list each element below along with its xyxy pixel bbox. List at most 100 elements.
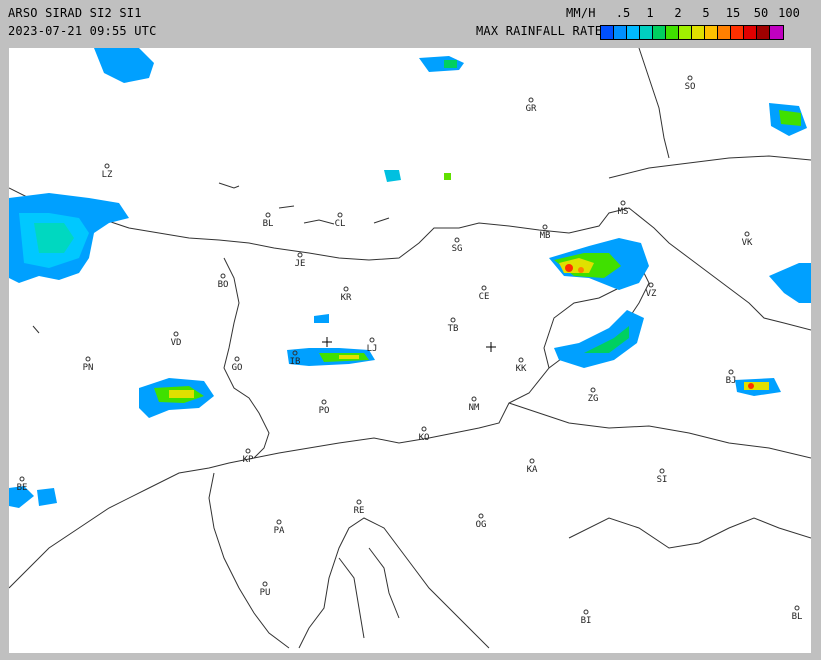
city-label: CL bbox=[335, 219, 346, 229]
legend-swatch bbox=[692, 26, 705, 39]
city-dot bbox=[659, 468, 665, 474]
city-kk: KK bbox=[516, 357, 527, 374]
radar-window: ARSO SIRAD SI2 SI1 2023-07-21 09:55 UTC … bbox=[0, 0, 821, 660]
city-label: KO bbox=[419, 433, 430, 443]
city-label: PA bbox=[274, 526, 285, 536]
city-label: SO bbox=[685, 82, 696, 92]
city-dot bbox=[450, 317, 456, 323]
city-so: SO bbox=[685, 75, 696, 92]
city-label: PO bbox=[319, 406, 330, 416]
city-po: PO bbox=[319, 399, 330, 416]
city-label: NM bbox=[469, 403, 480, 413]
city-dot bbox=[528, 97, 534, 103]
city-dot bbox=[687, 75, 693, 81]
city-gr: GR bbox=[526, 97, 537, 114]
city-label: BL bbox=[792, 612, 803, 622]
precipitation-cells bbox=[9, 48, 811, 508]
city-re: RE bbox=[354, 499, 364, 516]
city-pu: PU bbox=[260, 581, 271, 598]
scale-label: MAX RAINFALL RATE bbox=[476, 24, 603, 38]
city-nm: NM bbox=[469, 396, 480, 413]
city-label: PN bbox=[83, 363, 94, 373]
product-title: ARSO SIRAD SI2 SI1 bbox=[8, 6, 142, 20]
city-dot bbox=[85, 356, 91, 362]
legend-swatch bbox=[679, 26, 692, 39]
legend-tick: 50 bbox=[753, 6, 769, 20]
legend-tick: .5 bbox=[615, 6, 631, 20]
city-label: OG bbox=[476, 520, 487, 530]
color-scale-legend bbox=[600, 25, 784, 40]
city-label: VK bbox=[742, 238, 753, 248]
city-pa: PA bbox=[274, 519, 285, 536]
city-label: BE bbox=[17, 483, 28, 493]
legend-tick: 1 bbox=[646, 6, 654, 20]
legend-tick: 2 bbox=[674, 6, 682, 20]
city-kp: KP bbox=[243, 448, 254, 465]
city-label: BL bbox=[263, 219, 274, 229]
city-dot bbox=[245, 448, 251, 454]
city-label: KR bbox=[341, 293, 352, 303]
city-label: IB bbox=[290, 357, 301, 367]
city-dot bbox=[276, 519, 282, 525]
city-cl: CL bbox=[335, 212, 346, 229]
city-dot bbox=[343, 286, 349, 292]
city-label: MS bbox=[618, 207, 629, 217]
legend-swatch bbox=[666, 26, 679, 39]
city-dot bbox=[369, 337, 375, 343]
city-dot bbox=[297, 252, 303, 258]
city-og: OG bbox=[476, 513, 487, 530]
city-label: SG bbox=[452, 244, 463, 254]
city-dot bbox=[262, 581, 268, 587]
city-label: PU bbox=[260, 588, 271, 598]
city-lj: LJ bbox=[367, 337, 377, 354]
city-dot bbox=[356, 499, 362, 505]
city-bl: BL bbox=[263, 212, 274, 229]
city-label: KK bbox=[516, 364, 527, 374]
city-dot bbox=[19, 476, 25, 482]
city-sg: SG bbox=[452, 237, 463, 254]
city-label: BJ bbox=[726, 376, 737, 386]
city-bi: BI bbox=[581, 609, 592, 626]
city-label: CE bbox=[479, 292, 490, 302]
city-kr: KR bbox=[341, 286, 352, 303]
city-vd: VD bbox=[171, 331, 182, 348]
city-ka: KA bbox=[527, 458, 538, 475]
legend-swatch bbox=[627, 26, 640, 39]
units-label: MM/H bbox=[566, 6, 596, 20]
city-dot bbox=[321, 399, 327, 405]
city-label: VD bbox=[171, 338, 182, 348]
city-dot bbox=[744, 231, 750, 237]
city-dot bbox=[728, 369, 734, 375]
legend-swatch bbox=[731, 26, 744, 39]
legend-swatch bbox=[614, 26, 627, 39]
city-dot bbox=[590, 387, 596, 393]
legend-swatch bbox=[640, 26, 653, 39]
city-label: BO bbox=[218, 280, 229, 290]
city-ce: CE bbox=[479, 285, 490, 302]
city-go: GO bbox=[232, 356, 242, 373]
radar-map: GR SO LZ BL CL MB MS VK JE SG BO KR CE VZ VD LJ TB PN GO IB… bbox=[9, 48, 811, 653]
city-dot bbox=[648, 282, 654, 288]
city-label: BI bbox=[581, 616, 592, 626]
city-je: JE bbox=[295, 252, 305, 269]
city-dot bbox=[471, 396, 477, 402]
timestamp: 2023-07-21 09:55 UTC bbox=[8, 24, 157, 38]
city-dot bbox=[265, 212, 271, 218]
city-dot bbox=[583, 609, 589, 615]
legend-tick: 5 bbox=[702, 6, 710, 20]
city-label: LZ bbox=[102, 170, 113, 180]
legend-swatch bbox=[744, 26, 757, 39]
city-label: TB bbox=[448, 324, 459, 334]
city-label: VZ bbox=[646, 289, 657, 299]
city-dot bbox=[518, 357, 524, 363]
city-dot bbox=[794, 605, 800, 611]
legend-tick: 15 bbox=[725, 6, 741, 20]
city-label: ZG bbox=[588, 394, 599, 404]
city-label: GR bbox=[526, 104, 537, 114]
city-dot bbox=[454, 237, 460, 243]
city-vk: VK bbox=[742, 231, 753, 248]
city-label: SI bbox=[657, 475, 668, 485]
city-dot bbox=[173, 331, 179, 337]
legend-swatch bbox=[705, 26, 718, 39]
legend-tick: 100 bbox=[778, 6, 800, 20]
